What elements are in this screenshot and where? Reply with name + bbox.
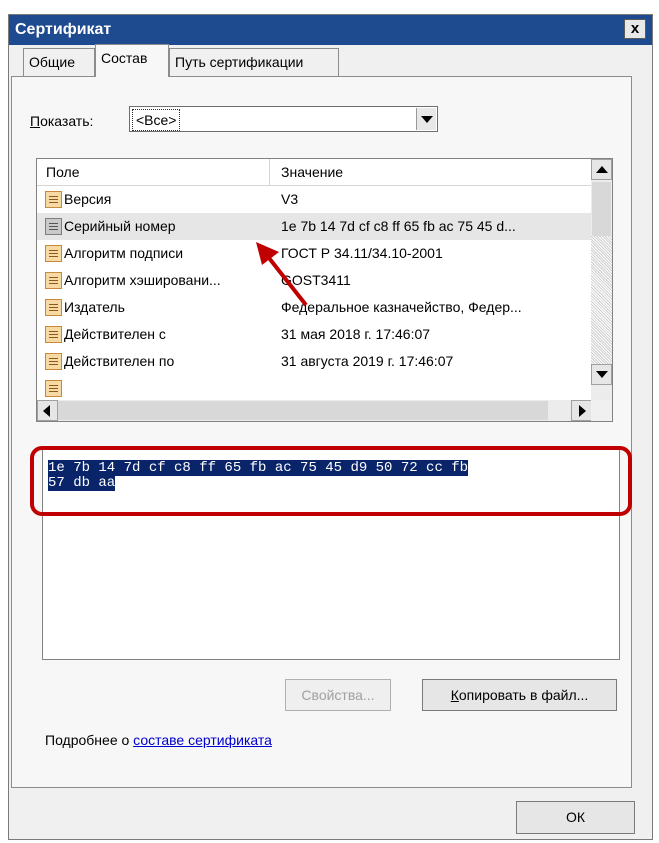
copy-to-file-button[interactable]: Копировать в файл...: [422, 679, 617, 711]
properties-button[interactable]: Свойства...: [285, 679, 391, 711]
annotation-arrow-shaft: [267, 256, 308, 307]
annotation-arrow-icon: [256, 242, 308, 307]
footer-prefix: Подробнее о: [45, 732, 134, 748]
tab-details[interactable]: Состав: [95, 44, 169, 77]
annotation-arrow-head: [256, 242, 279, 265]
copy-label: опировать в файл...: [458, 687, 589, 703]
certificate-details-link[interactable]: составе сертификата: [133, 732, 272, 748]
copy-hotkey: К: [450, 687, 459, 703]
footer-text: Подробнее о составе сертификата: [45, 730, 272, 750]
ok-button[interactable]: ОК: [516, 801, 635, 834]
